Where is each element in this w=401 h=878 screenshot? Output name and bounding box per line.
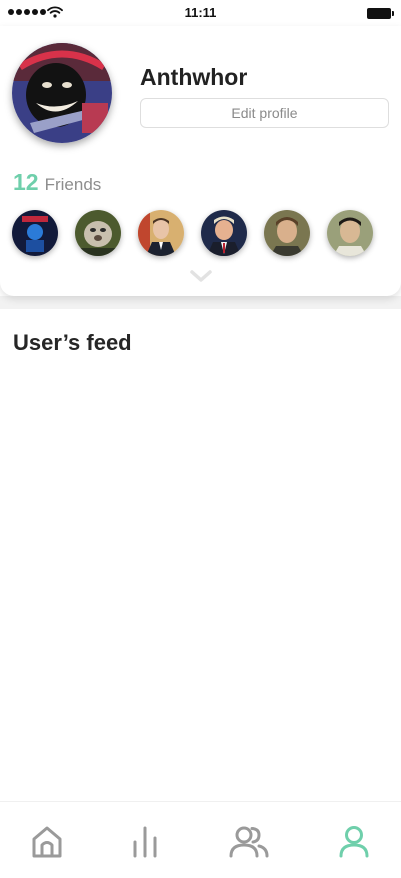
battery-icon (367, 8, 394, 19)
edit-profile-button[interactable]: Edit profile (140, 98, 389, 128)
user-icon (339, 826, 369, 858)
friends-header: 12 Friends (13, 169, 101, 196)
friend-avatar-3[interactable] (138, 210, 184, 256)
friend-avatar-6[interactable] (327, 210, 373, 256)
nav-friends[interactable] (224, 822, 274, 862)
friend-avatar-5[interactable] (264, 210, 310, 256)
friends-label: Friends (44, 175, 102, 194)
status-time: 11:11 (184, 5, 217, 20)
home-icon (32, 826, 62, 858)
users-icon (229, 826, 269, 858)
user-name: Anthwhor (140, 64, 248, 90)
profile-card: Anthwhor Edit profile 12 Friends (0, 26, 401, 296)
status-bar: 11:11 (0, 0, 401, 26)
feed-divider (0, 296, 401, 309)
bottom-navigation (0, 801, 401, 878)
nav-home[interactable] (22, 822, 72, 862)
friend-avatar-4[interactable] (201, 210, 247, 256)
friends-count: 12 (13, 169, 39, 195)
nav-profile[interactable] (329, 822, 379, 862)
friend-avatar-2[interactable] (75, 210, 121, 256)
user-avatar[interactable] (12, 43, 112, 143)
feed-title: User’s feed (13, 330, 132, 355)
friend-avatar-1[interactable] (12, 210, 58, 256)
nav-stats[interactable] (120, 822, 170, 862)
bar-chart-icon (133, 826, 157, 858)
friends-avatar-list (12, 210, 373, 256)
chevron-down-icon[interactable] (189, 269, 213, 283)
